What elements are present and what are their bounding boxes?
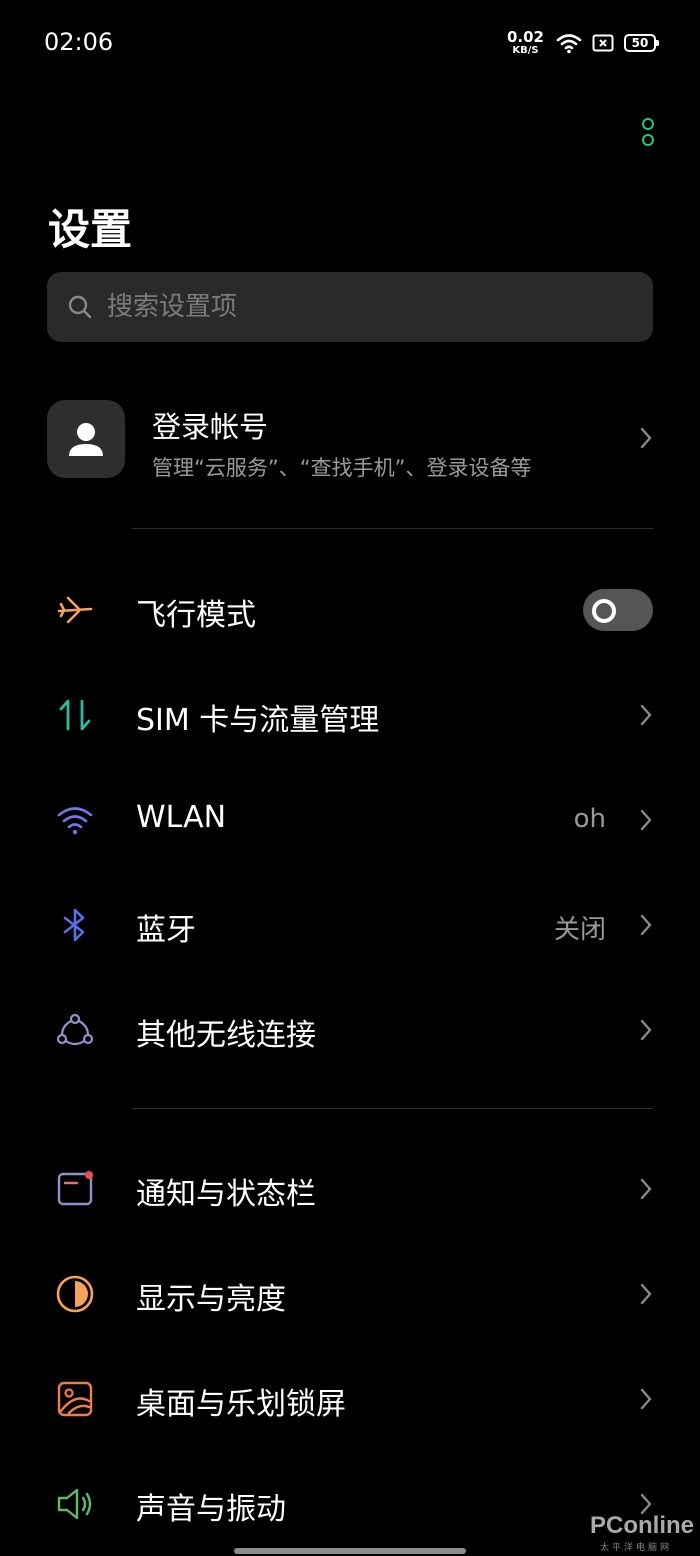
avatar: [47, 400, 125, 478]
setting-label: 通知与状态栏: [136, 1177, 316, 1212]
divider: [132, 528, 653, 529]
account-title: 登录帐号: [152, 410, 269, 444]
setting-label: SIM 卡与流量管理: [136, 703, 380, 738]
battery-indicator: 50: [624, 34, 659, 52]
network-speed: 0.02 KB/S: [507, 30, 544, 56]
chevron-right-icon: [640, 914, 652, 936]
home-indicator[interactable]: [234, 1548, 466, 1554]
connection-nodes-icon: [56, 1013, 94, 1046]
chevron-right-icon: [640, 809, 652, 831]
account-subtitle: 管理“云服务”、“查找手机”、登录设备等: [152, 456, 532, 480]
setting-label: 声音与振动: [136, 1492, 286, 1527]
divider: [132, 1108, 653, 1109]
wifi-icon: [57, 807, 93, 835]
more-dot-icon: [642, 134, 654, 146]
status-time: 02:06: [44, 28, 114, 56]
setting-notification[interactable]: 通知与状态栏: [0, 1139, 700, 1239]
search-input[interactable]: [107, 272, 627, 342]
speaker-icon: [57, 1488, 92, 1520]
wifi-signal-icon: [556, 34, 582, 54]
chevron-right-icon: [640, 1019, 652, 1041]
brightness-icon: [56, 1275, 94, 1313]
setting-other-wireless[interactable]: 其他无线连接: [0, 980, 700, 1080]
airplane-mode-toggle[interactable]: [583, 589, 653, 631]
setting-label: 其他无线连接: [136, 1018, 316, 1053]
setting-display[interactable]: 显示与亮度: [0, 1244, 700, 1344]
watermark-logo: PConline: [590, 1512, 695, 1539]
more-dot-icon: [642, 118, 654, 130]
toggle-knob: [592, 599, 616, 623]
setting-label: 飞行模式: [136, 598, 256, 633]
watermark-subtitle: 太平洋电脑网: [600, 1543, 673, 1553]
page-title: 设置: [48, 205, 133, 254]
setting-wlan[interactable]: WLAN oh: [0, 770, 700, 870]
setting-bluetooth[interactable]: 蓝牙 关闭: [0, 875, 700, 975]
chevron-right-icon: [640, 1388, 652, 1410]
network-speed-unit: KB/S: [512, 45, 539, 56]
chevron-right-icon: [640, 704, 652, 726]
chevron-right-icon: [640, 427, 652, 449]
account-login-row[interactable]: 登录帐号 管理“云服务”、“查找手机”、登录设备等: [0, 390, 700, 490]
setting-label: 显示与亮度: [136, 1282, 286, 1317]
sim-data-icon: [59, 699, 91, 731]
setting-sim[interactable]: SIM 卡与流量管理: [0, 665, 700, 765]
wallpaper-icon: [57, 1381, 93, 1417]
chevron-right-icon: [640, 1283, 652, 1305]
search-icon: [68, 295, 92, 319]
network-speed-value: 0.02: [506, 28, 544, 46]
notification-bar-icon: [57, 1171, 93, 1206]
chevron-right-icon: [640, 1178, 652, 1200]
setting-value: 关闭: [553, 915, 606, 945]
setting-label: 蓝牙: [136, 913, 196, 948]
setting-airplane-mode[interactable]: 飞行模式: [0, 560, 700, 660]
setting-label: WLAN: [136, 800, 227, 835]
more-options-button[interactable]: [630, 112, 666, 152]
setting-label: 桌面与乐划锁屏: [136, 1387, 346, 1422]
status-icons: 0.02 KB/S 50: [507, 28, 659, 58]
bluetooth-icon: [63, 908, 85, 942]
status-bar: 02:06 0.02 KB/S 50: [0, 0, 700, 88]
setting-value: oh: [573, 804, 606, 834]
search-bar[interactable]: [47, 272, 653, 342]
airplane-icon: [57, 596, 93, 624]
setting-desktop-lockscreen[interactable]: 桌面与乐划锁屏: [0, 1349, 700, 1449]
sim-off-icon: [592, 34, 614, 52]
person-icon: [69, 423, 103, 456]
